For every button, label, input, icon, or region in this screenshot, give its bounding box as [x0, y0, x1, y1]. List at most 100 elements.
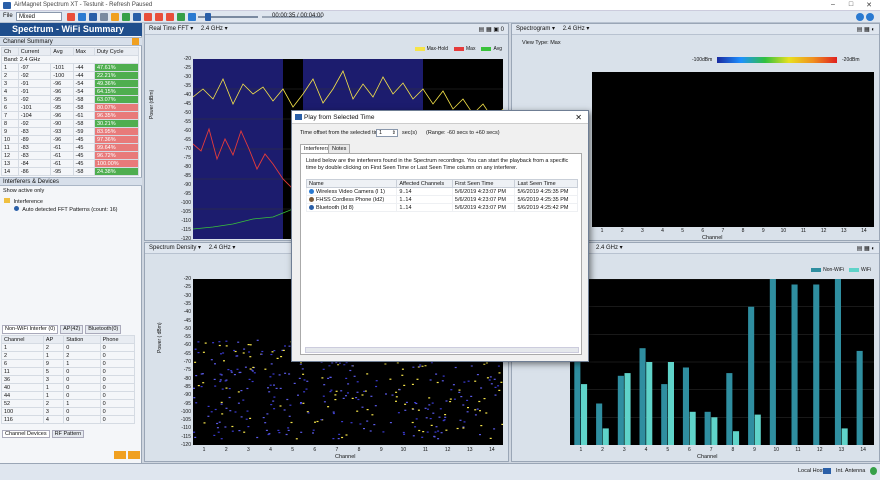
table-row[interactable]: 40 1 0 0	[1, 383, 136, 392]
density-dot	[244, 366, 247, 368]
table-row[interactable]: 12 -83 -61 -45 96.72%	[1, 151, 140, 160]
table-row[interactable]: 44 1 0 0	[1, 391, 136, 400]
pane-toolbar-icons[interactable]: ▤ ▦ ▣ 0	[479, 25, 504, 35]
table-row[interactable]: 116 4 0 0	[1, 415, 136, 424]
device-tab[interactable]: AP(42)	[60, 325, 84, 334]
maximize-button[interactable]: □	[844, 1, 858, 8]
table-row[interactable]: 11 5 0 0	[1, 367, 136, 376]
column-header[interactable]: Current	[17, 47, 52, 56]
dock-icon[interactable]	[128, 451, 140, 459]
utilization-toolbar-icons[interactable]: ▤ ▦ ◐	[857, 244, 875, 254]
density-dot	[323, 384, 326, 386]
tree-root[interactable]: Interference	[4, 198, 43, 205]
table-row[interactable]: 11 -83 -61 -45 99.64%	[1, 143, 140, 152]
interferer-row[interactable]: Bluetooth (Id 8) 1..14 5/6/2019 4:23:07 PM…	[305, 203, 578, 212]
table-row[interactable]: 5 -92 -95 -58 63.07%	[1, 95, 140, 104]
column-header[interactable]: Avg	[50, 47, 74, 56]
report-icon[interactable]	[111, 13, 119, 21]
density-dot	[197, 341, 200, 343]
device-tab[interactable]: Bluetooth(0)	[85, 325, 122, 334]
column-header[interactable]: AP	[42, 335, 65, 344]
cell-text[interactable]: 5/6/2019 4:25:35 PM	[517, 197, 568, 203]
file-menu[interactable]: File	[3, 13, 13, 19]
interferer-row[interactable]: Wireless Video Camera (I 1) 9..14 5/6/2019…	[305, 187, 578, 196]
column-header[interactable]: Ch	[1, 47, 19, 56]
pause-icon[interactable]	[155, 13, 163, 21]
open-icon[interactable]	[78, 13, 86, 21]
info-icon[interactable]	[866, 13, 874, 21]
realtime-fft-label[interactable]: Real Time FFT	[149, 26, 189, 32]
column-header[interactable]: Duty Cycle	[93, 47, 140, 56]
dialog-close-button[interactable]: ✕	[575, 111, 582, 124]
record-icon[interactable]	[67, 13, 75, 21]
spectrogram-band-label[interactable]: 2.4 GHz	[563, 26, 585, 32]
table-row[interactable]: 14 -86 -95 -58 24.38%	[1, 167, 140, 176]
column-header[interactable]: Max	[72, 47, 95, 56]
column-header[interactable]: Name	[305, 179, 398, 188]
bottom-tab[interactable]: RF Pattern	[51, 430, 85, 438]
density-dot	[474, 380, 477, 382]
play-icon[interactable]	[122, 13, 130, 21]
table-row[interactable]: 1200	[1, 343, 136, 352]
show-active-only[interactable]: Show active only	[3, 188, 44, 194]
table-row[interactable]: 1 -97 -101 -44 47.61%	[1, 63, 140, 72]
stop-icon[interactable]	[144, 13, 152, 21]
column-header[interactable]: Last Seen Time	[514, 179, 578, 188]
close-button[interactable]: ✕	[862, 1, 876, 9]
table-row[interactable]: 2120	[1, 351, 136, 360]
table-row[interactable]: 36 3 0 0	[1, 375, 136, 384]
density-dot	[430, 424, 433, 426]
band-row[interactable]: Band: 2.4 GHz	[1, 55, 139, 64]
collapse-icon[interactable]	[114, 451, 126, 459]
table-row[interactable]: 10 -89 -96 -45 97.36%	[1, 135, 140, 144]
cell-text[interactable]: 5/6/2019 4:25:42 PM	[517, 205, 568, 211]
export-icon[interactable]	[132, 38, 139, 45]
density-band-label[interactable]: 2.4 GHz	[209, 245, 231, 251]
table-row[interactable]: 100 3 0 0	[1, 407, 136, 416]
table-row[interactable]: 9 -83 -93 -59 83.95%	[1, 127, 140, 136]
utilization-band-label[interactable]: 2.4 GHz	[596, 245, 618, 251]
help-icon[interactable]	[856, 13, 864, 21]
density-label[interactable]: Spectrum Density	[149, 245, 196, 251]
cell-text[interactable]: 5/6/2019 4:25:35 PM	[517, 189, 568, 195]
column-header[interactable]: First Seen Time	[451, 179, 516, 188]
tree-child[interactable]: Auto detected FFT Patterns (count: 16)	[14, 206, 118, 213]
column-header[interactable]: Phone	[99, 335, 136, 344]
spectrogram-toolbar-icons[interactable]: ▤ ▦ ◐	[857, 25, 875, 35]
mode-combo-value: Mixed	[19, 14, 36, 20]
mode-combo[interactable]: Mixed	[16, 12, 62, 21]
playback-slider[interactable]	[198, 13, 258, 21]
forward-icon[interactable]	[177, 13, 185, 21]
table-row[interactable]: 6910	[1, 359, 136, 368]
table-row[interactable]: 4 -91 -96 -54 64.15%	[1, 87, 140, 96]
table-row[interactable]: 8 -92 -90 -58 30.21%	[1, 119, 140, 128]
cell-text[interactable]: 5/6/2019 4:23:07 PM	[455, 205, 506, 211]
playback-slider-knob[interactable]	[205, 13, 211, 21]
loop-icon[interactable]	[188, 13, 196, 21]
tab-notes[interactable]: Notes	[328, 144, 351, 153]
save-icon[interactable]	[89, 13, 97, 21]
table-row[interactable]: 3 -91 -96 -54 49.36%	[1, 79, 140, 88]
bottom-tab[interactable]: Channel Devices	[2, 430, 50, 438]
offset-spinner[interactable]: 1 ⇕	[376, 129, 398, 137]
table-row[interactable]: 13 -84 -61 -45 100.00%	[1, 159, 140, 168]
table-row[interactable]: 6 -101 -95 -58 80.07%	[1, 103, 140, 112]
table-row[interactable]: 52 2 1 0	[1, 399, 136, 408]
horizontal-scrollbar[interactable]	[305, 347, 579, 353]
column-header[interactable]: Channel	[1, 335, 44, 344]
cell-text[interactable]: 5/6/2019 4:23:07 PM	[455, 197, 506, 203]
layout-icon[interactable]	[133, 13, 141, 21]
table-row[interactable]: 2 -92 -100 -44 22.21%	[1, 71, 140, 80]
cell-text[interactable]: 5/6/2019 4:23:07 PM	[455, 189, 506, 195]
spectrogram-label[interactable]: Spectrogram	[516, 26, 550, 32]
interferer-row[interactable]: FHSS Cordless Phone (Id2) 1..14 5/6/2019 4…	[305, 195, 578, 204]
rewind-icon[interactable]	[166, 13, 174, 21]
column-header[interactable]: Affected Channels	[396, 179, 453, 188]
table-row[interactable]: 7 -104 -96 -61 96.35%	[1, 111, 140, 120]
device-tab[interactable]: Non-WiFi Interfer (0)	[2, 325, 59, 334]
minimize-button[interactable]: –	[826, 1, 840, 8]
realtime-band-label[interactable]: 2.4 GHz	[201, 26, 223, 32]
column-header[interactable]: Station	[63, 335, 101, 344]
settings-icon[interactable]	[100, 13, 108, 21]
spinner-arrows-icon[interactable]: ⇕	[392, 130, 396, 137]
